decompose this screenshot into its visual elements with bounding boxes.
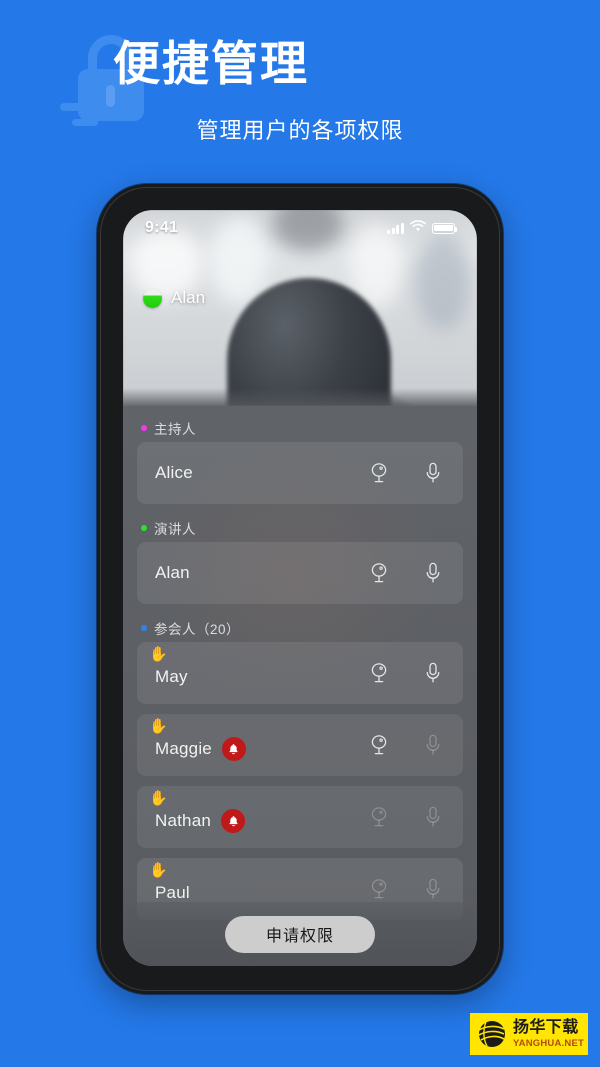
- camera-icon[interactable]: [369, 806, 389, 828]
- participant-panel: 主持人 Alice 演讲人 Alan 参会人（20） ✋ May ✋ Maggi…: [123, 406, 477, 966]
- site-watermark: 扬华下载 YANGHUA.NET: [470, 1013, 588, 1055]
- battery-icon: [432, 222, 458, 234]
- row-actions: [369, 562, 447, 584]
- raised-hand-icon: ✋: [149, 718, 168, 735]
- camera-icon[interactable]: [369, 562, 389, 584]
- microphone-icon[interactable]: [423, 462, 443, 484]
- camera-icon[interactable]: [369, 662, 389, 684]
- bell-icon[interactable]: [221, 809, 246, 833]
- participant-name-label: Maggie: [155, 739, 212, 758]
- page-subtitle: 管理用户的各项权限: [196, 118, 404, 143]
- status-clock: 9:41: [145, 219, 179, 236]
- microphone-icon[interactable]: [423, 562, 443, 584]
- table-row[interactable]: ✋ Nathan: [137, 786, 463, 848]
- bottom-action-bar: 申请权限: [123, 902, 477, 966]
- section-label-host: 主持人: [154, 422, 196, 437]
- participant-name: May: [155, 667, 188, 687]
- page-title: 便捷管理: [113, 37, 309, 90]
- section-dot-attendees: [141, 625, 147, 631]
- lock-dash-upper: [60, 103, 98, 111]
- participant-name: Maggie: [155, 737, 246, 761]
- section-header-speaker: 演讲人: [137, 514, 463, 542]
- microphone-icon[interactable]: [423, 662, 443, 684]
- row-actions: [369, 878, 447, 900]
- row-actions: [369, 662, 447, 684]
- table-row[interactable]: ✋ May: [137, 642, 463, 704]
- microphone-icon[interactable]: [423, 806, 443, 828]
- participant-name: Paul: [155, 883, 190, 903]
- participant-name: Nathan: [155, 809, 246, 833]
- connection-quality-icon: [143, 288, 162, 308]
- watermark-en: YANGHUA.NET: [513, 1037, 584, 1049]
- participant-name: Alice: [155, 463, 193, 483]
- table-row[interactable]: ✋ Maggie: [137, 714, 463, 776]
- row-actions: [369, 734, 447, 756]
- request-permission-button[interactable]: 申请权限: [225, 915, 375, 953]
- watermark-cn: 扬华下载: [513, 1018, 579, 1036]
- table-row[interactable]: Alan: [137, 542, 463, 604]
- bell-icon[interactable]: [221, 737, 246, 761]
- microphone-icon[interactable]: [423, 878, 443, 900]
- participant-name-label: Nathan: [155, 811, 212, 830]
- section-dot-speaker: [141, 525, 147, 531]
- phone-screen: 9:41 Alan 主持人 Alice 演讲人 Alan 参会人（20） ✋ M…: [123, 210, 477, 966]
- camera-icon[interactable]: [369, 734, 389, 756]
- status-bar: 9:41: [123, 210, 477, 246]
- watermark-text: 扬华下载 YANGHUA.NET: [513, 1018, 584, 1049]
- participant-name-label: Alan: [155, 563, 190, 582]
- participant-name: Alan: [155, 563, 190, 583]
- section-label-attendees: 参会人（20）: [154, 622, 241, 637]
- section-header-host: 主持人: [137, 414, 463, 442]
- participant-name-label: May: [155, 667, 188, 686]
- participant-list[interactable]: 主持人 Alice 演讲人 Alan 参会人（20） ✋ May ✋ Maggi…: [123, 406, 477, 950]
- camera-icon[interactable]: [369, 878, 389, 900]
- raised-hand-icon: ✋: [149, 790, 168, 807]
- self-name-label: Alan: [171, 288, 206, 307]
- video-blur-blob: [415, 234, 471, 330]
- participant-name-label: Alice: [155, 463, 193, 482]
- section-label-speaker: 演讲人: [154, 522, 196, 537]
- phone-mockup: 9:41 Alan 主持人 Alice 演讲人 Alan 参会人（20） ✋ M…: [97, 184, 503, 994]
- raised-hand-icon: ✋: [149, 862, 168, 879]
- signal-bars-icon: [387, 222, 404, 234]
- row-actions: [369, 806, 447, 828]
- hero-banner: 便捷管理 管理用户的各项权限: [0, 0, 600, 180]
- section-dot-host: [141, 425, 147, 431]
- wifi-icon: [410, 219, 426, 237]
- section-header-attendees: 参会人（20）: [137, 614, 463, 642]
- row-actions: [369, 462, 447, 484]
- microphone-icon[interactable]: [423, 734, 443, 756]
- status-icons: [387, 219, 458, 237]
- raised-hand-icon: ✋: [149, 646, 168, 663]
- self-name-badge: Alan: [143, 288, 205, 308]
- video-bottom-fade: [123, 388, 477, 406]
- table-row[interactable]: Alice: [137, 442, 463, 504]
- yanghua-logo-icon: [476, 1019, 508, 1049]
- camera-icon[interactable]: [369, 462, 389, 484]
- participant-name-label: Paul: [155, 883, 190, 902]
